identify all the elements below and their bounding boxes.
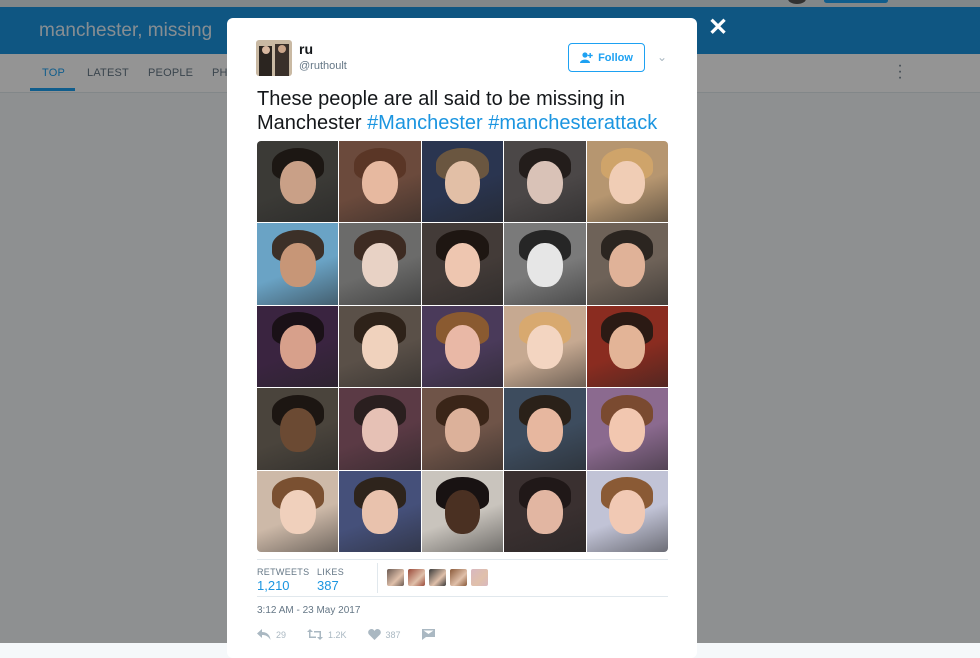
stats-divider (377, 563, 378, 593)
collage-photo[interactable] (257, 223, 339, 305)
retweets-count[interactable]: 1,210 (257, 578, 290, 593)
photo-face-shape (526, 407, 563, 452)
hashtag-link[interactable]: #manchesterattack (488, 112, 657, 134)
liked-by-avatars (387, 569, 488, 586)
collage-photo[interactable] (586, 141, 668, 223)
photo-face-shape (609, 490, 646, 535)
collage-photo[interactable] (504, 223, 586, 305)
photo-face-shape (279, 490, 316, 535)
tweet-text: These people are all said to be missing … (257, 87, 677, 135)
photo-face-shape (362, 325, 398, 370)
photo-face-shape (362, 407, 398, 452)
hashtag-link[interactable]: #Manchester (367, 112, 483, 134)
liker-avatar[interactable] (450, 569, 467, 586)
collage-photo[interactable] (504, 470, 586, 552)
photo-face-shape (609, 407, 646, 452)
tweet-actions: 29 1.2K 387 (257, 629, 456, 640)
retweet-icon (307, 629, 324, 640)
tweet-modal: ru @ruthoult Follow ⌄ These people are a… (227, 18, 697, 658)
add-user-icon (580, 52, 593, 63)
likes-label: LIKES (317, 567, 345, 577)
photo-face-shape (279, 325, 316, 370)
collage-photo[interactable] (421, 388, 504, 470)
photo-face-shape (279, 160, 316, 205)
follow-button[interactable]: Follow (568, 43, 645, 72)
direct-message-icon (421, 629, 435, 640)
photo-face-shape (444, 242, 481, 287)
collage-photo[interactable] (339, 388, 421, 470)
likes-count[interactable]: 387 (317, 578, 339, 593)
collage-photo[interactable] (586, 223, 668, 305)
collage-photo[interactable] (257, 388, 339, 470)
liker-avatar[interactable] (471, 569, 488, 586)
close-icon[interactable]: ✕ (708, 13, 728, 42)
like-button[interactable]: 387 (367, 629, 401, 640)
author-handle[interactable]: @ruthoult (299, 60, 347, 72)
photo-face-shape (444, 160, 481, 205)
photo-face-shape (609, 325, 646, 370)
liker-avatar[interactable] (429, 569, 446, 586)
author-avatar[interactable] (256, 40, 292, 76)
photo-face-shape (526, 325, 563, 370)
collage-photo[interactable] (339, 141, 421, 223)
author-name[interactable]: ru (299, 41, 313, 57)
collage-photo[interactable] (257, 470, 339, 552)
liker-avatar[interactable] (408, 569, 425, 586)
photo-face-shape (526, 490, 563, 535)
photo-face-shape (362, 160, 398, 205)
photo-face-shape (362, 242, 398, 287)
collage-photo[interactable] (504, 141, 586, 223)
tweet-stats: RETWEETS 1,210 LIKES 387 (257, 559, 668, 597)
collage-photo[interactable] (421, 470, 504, 552)
collage-photo[interactable] (339, 305, 421, 388)
collage-photo[interactable] (421, 305, 504, 388)
photo-face-shape (362, 490, 398, 535)
direct-message-button[interactable] (421, 629, 435, 640)
collage-photo[interactable] (339, 470, 421, 552)
collage-photo[interactable] (421, 141, 504, 223)
photo-face-shape (609, 160, 646, 205)
photo-face-shape (279, 407, 316, 452)
chevron-down-icon[interactable]: ⌄ (657, 50, 667, 64)
tweet-photo-collage[interactable] (257, 141, 668, 552)
retweet-count: 1.2K (328, 629, 347, 640)
photo-face-shape (279, 242, 316, 287)
reply-button[interactable]: 29 (257, 629, 286, 640)
photo-face-shape (444, 407, 481, 452)
photo-face-shape (526, 242, 563, 287)
collage-photo[interactable] (504, 388, 586, 470)
collage-photo[interactable] (257, 305, 339, 388)
follow-label: Follow (598, 51, 633, 64)
collage-photo[interactable] (586, 388, 668, 470)
liker-avatar[interactable] (387, 569, 404, 586)
reply-count: 29 (276, 629, 287, 640)
like-count: 387 (385, 629, 401, 640)
collage-photo[interactable] (504, 305, 586, 388)
collage-photo[interactable] (586, 470, 668, 552)
collage-photo[interactable] (421, 223, 504, 305)
collage-photo[interactable] (339, 223, 421, 305)
tweet-timestamp[interactable]: 3:12 AM - 23 May 2017 (257, 605, 360, 616)
retweets-label: RETWEETS (257, 567, 310, 577)
collage-photo[interactable] (257, 141, 339, 223)
retweet-button[interactable]: 1.2K (307, 629, 347, 640)
heart-icon (367, 629, 381, 640)
photo-face-shape (526, 160, 563, 205)
collage-photo[interactable] (586, 305, 668, 388)
reply-icon (257, 629, 271, 640)
photo-face-shape (609, 242, 646, 287)
photo-face-shape (444, 490, 481, 535)
photo-face-shape (444, 325, 481, 370)
